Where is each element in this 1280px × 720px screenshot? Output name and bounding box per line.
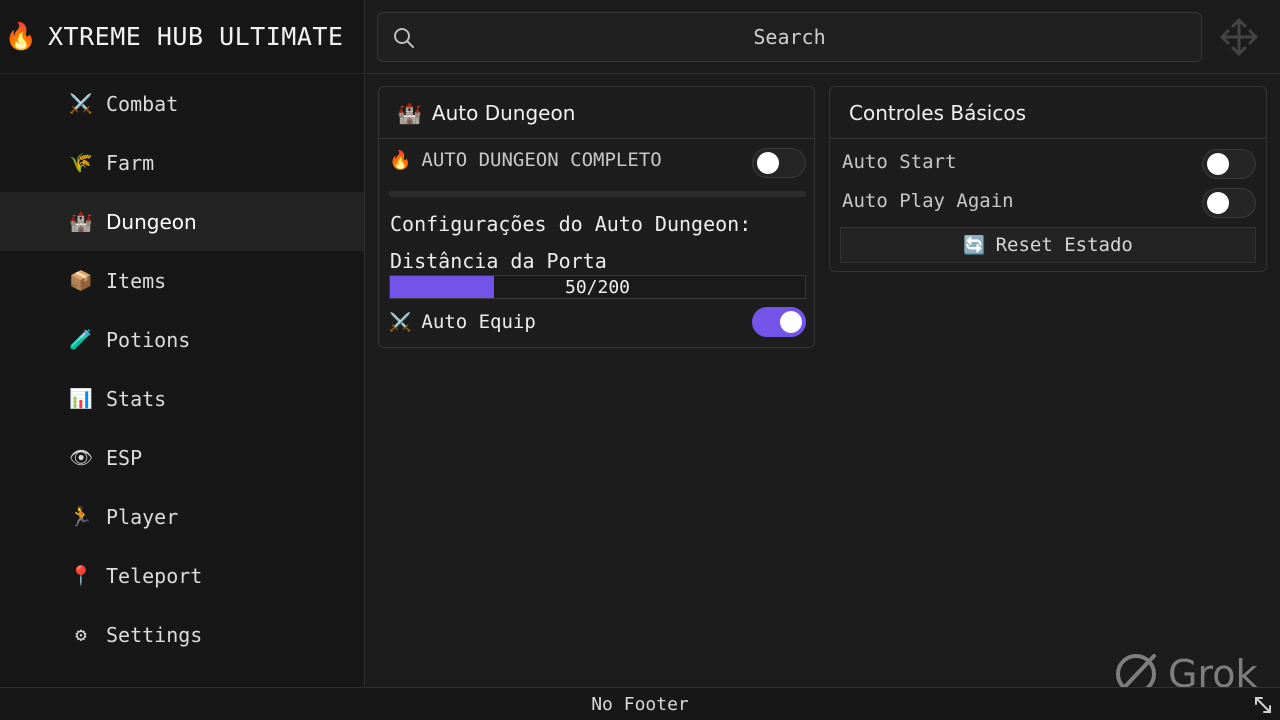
castle-icon: 🏰 [69, 211, 93, 233]
toggle-knob [1207, 192, 1229, 214]
sidebar-item-label: Dungeon [106, 209, 197, 234]
sidebar-item-settings[interactable]: ⚙ Settings [0, 605, 364, 664]
pin-icon: 📍 [69, 565, 93, 587]
sidebar-item-items[interactable]: 📦 Items [0, 251, 364, 310]
sidebar-item-label: ESP [106, 445, 143, 470]
auto-play-again-row: Auto Play Again [842, 190, 1014, 212]
auto-dungeon-completo-label: AUTO DUNGEON COMPLETO [421, 149, 662, 171]
brand: 🔥 XTREME HUB ULTIMATE [0, 0, 364, 74]
auto-dungeon-completo-toggle[interactable] [752, 148, 806, 178]
panel-header: Controles Básicos [830, 87, 1266, 139]
slider-label: Distância da Porta [390, 249, 607, 273]
distancia-porta-slider[interactable]: 50/200 [389, 275, 806, 299]
panel-title: Controles Básicos [849, 100, 1026, 125]
controles-basicos-panel: Controles Básicos Auto Start Auto Play A… [829, 86, 1267, 272]
sidebar-nav: ⚔️ Combat 🌾 Farm 🏰 Dungeon 📦 Items 🧪 Pot… [0, 74, 364, 664]
reset-estado-label: Reset Estado [995, 234, 1133, 256]
panel-title: Auto Dungeon [431, 100, 576, 125]
move-icon[interactable] [1218, 16, 1260, 58]
auto-equip-label: Auto Equip [421, 311, 536, 333]
panel-header: 🏰 Auto Dungeon [379, 87, 814, 139]
sidebar: 🔥 XTREME HUB ULTIMATE ⚔️ Combat 🌾 Farm 🏰… [0, 0, 365, 687]
topbar [366, 0, 1280, 74]
sidebar-item-label: Stats [106, 386, 167, 411]
search-box[interactable] [377, 12, 1202, 62]
sidebar-item-label: Items [106, 268, 167, 293]
flame-icon: 🔥 [4, 21, 38, 52]
sidebar-item-label: Teleport [106, 563, 203, 588]
gear-icon: ⚙ [75, 623, 87, 646]
search-input[interactable] [378, 13, 1201, 61]
refresh-icon: 🔄 [963, 234, 986, 256]
auto-start-toggle[interactable] [1202, 149, 1256, 179]
sidebar-item-stats[interactable]: 📊 Stats [0, 369, 364, 428]
auto-play-again-label: Auto Play Again [842, 190, 1014, 212]
auto-equip-row: ⚔️ Auto Equip [389, 311, 536, 333]
toggle-knob [780, 311, 802, 333]
wheat-icon: 🌾 [69, 152, 93, 174]
auto-dungeon-completo-row: 🔥 AUTO DUNGEON COMPLETO [389, 149, 662, 171]
sidebar-item-label: Farm [106, 150, 155, 175]
section-title: Configurações do Auto Dungeon: [390, 212, 752, 236]
sidebar-item-teleport[interactable]: 📍 Teleport [0, 546, 364, 605]
sidebar-item-potions[interactable]: 🧪 Potions [0, 310, 364, 369]
runner-icon: 🏃 [69, 506, 93, 528]
auto-play-again-toggle[interactable] [1202, 188, 1256, 218]
castle-icon: 🏰 [397, 100, 422, 125]
sidebar-item-label: Combat [106, 91, 179, 116]
auto-equip-toggle[interactable] [752, 307, 806, 337]
app-title: XTREME HUB ULTIMATE [48, 22, 344, 51]
package-icon: 📦 [69, 270, 93, 292]
slider-value: 50/200 [564, 276, 631, 298]
reset-estado-button[interactable]: 🔄 Reset Estado [840, 227, 1256, 263]
toggle-knob [757, 152, 779, 174]
sidebar-item-combat[interactable]: ⚔️ Combat [0, 74, 364, 133]
toggle-knob [1207, 153, 1229, 175]
potion-icon: 🧪 [69, 329, 93, 351]
sidebar-item-player[interactable]: 🏃 Player [0, 487, 364, 546]
footer-text: No Footer [591, 693, 689, 715]
sidebar-item-esp[interactable]: 👁 ESP [0, 428, 364, 487]
app-window: 🔥 XTREME HUB ULTIMATE ⚔️ Combat 🌾 Farm 🏰… [0, 0, 1280, 720]
eye-icon: 👁 [68, 447, 94, 469]
auto-start-row: Auto Start [842, 151, 956, 173]
sidebar-item-label: Settings [106, 622, 203, 647]
sidebar-item-dungeon[interactable]: 🏰 Dungeon [0, 192, 364, 251]
swords-icon: ⚔️ [69, 93, 93, 115]
flame-icon: 🔥 [389, 149, 412, 171]
auto-dungeon-panel: 🏰 Auto Dungeon 🔥 AUTO DUNGEON COMPLETO C… [378, 86, 815, 348]
divider [389, 191, 806, 197]
swords-icon: ⚔️ [389, 311, 412, 333]
auto-start-label: Auto Start [842, 151, 957, 173]
sidebar-item-farm[interactable]: 🌾 Farm [0, 133, 364, 192]
footer: No Footer [0, 687, 1280, 720]
stats-icon: 📊 [69, 388, 93, 410]
sidebar-item-label: Player [106, 504, 179, 529]
sidebar-item-label: Potions [106, 327, 191, 352]
resize-icon[interactable] [1252, 694, 1274, 716]
